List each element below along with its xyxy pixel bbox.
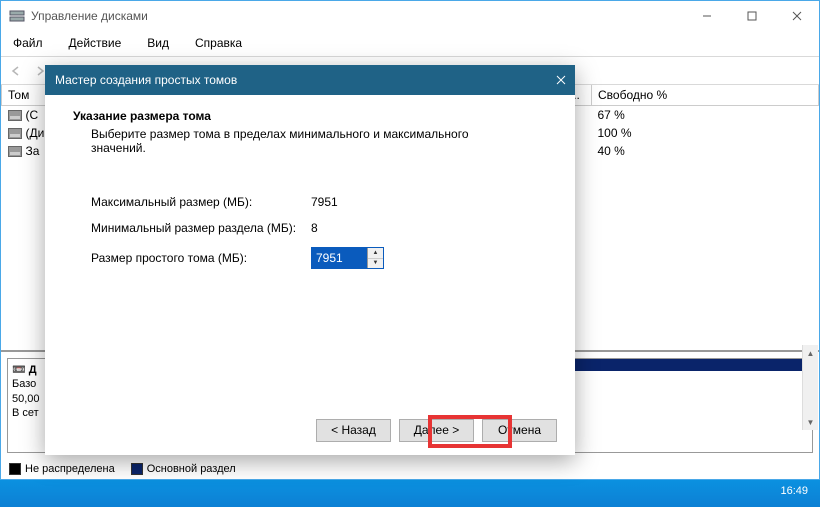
taskbar[interactable]: 16:49 bbox=[0, 480, 820, 507]
minimize-button[interactable] bbox=[684, 1, 729, 30]
maximize-button[interactable] bbox=[729, 1, 774, 30]
app-icon bbox=[9, 8, 25, 24]
back-icon bbox=[5, 60, 27, 82]
window-title: Управление дисками bbox=[31, 9, 148, 23]
titlebar[interactable]: Управление дисками bbox=[1, 1, 819, 30]
close-button[interactable] bbox=[774, 1, 819, 30]
max-size-label: Максимальный размер (МБ): bbox=[91, 195, 311, 209]
volume-size-input[interactable] bbox=[312, 248, 367, 268]
legend-swatch-primary bbox=[131, 463, 143, 475]
volume-icon bbox=[8, 110, 22, 121]
next-button[interactable]: Далее > bbox=[399, 419, 474, 442]
min-size-value: 8 bbox=[311, 221, 318, 235]
legend-swatch-unallocated bbox=[9, 463, 21, 475]
menu-file[interactable]: Файл bbox=[9, 34, 47, 52]
menu-action[interactable]: Действие bbox=[65, 34, 126, 52]
wizard-footer: < Назад Далее > Отмена bbox=[45, 405, 575, 455]
volume-size-label: Размер простого тома (МБ): bbox=[91, 251, 311, 265]
menu-help[interactable]: Справка bbox=[191, 34, 246, 52]
simple-volume-wizard: Мастер создания простых томов Указание р… bbox=[45, 65, 575, 455]
scrollbar-vertical[interactable]: ▲ ▼ bbox=[802, 345, 818, 430]
wizard-description: Выберите размер тома в пределах минималь… bbox=[91, 127, 491, 155]
wizard-close-button[interactable] bbox=[547, 65, 575, 95]
volume-icon bbox=[8, 128, 22, 139]
menubar: Файл Действие Вид Справка bbox=[1, 30, 819, 57]
wizard-body: Указание размера тома Выберите размер то… bbox=[45, 95, 575, 405]
wizard-heading: Указание размера тома bbox=[73, 109, 547, 123]
legend: Не распределена Основной раздел bbox=[1, 459, 819, 479]
menu-view[interactable]: Вид bbox=[143, 34, 173, 52]
col-free-pct[interactable]: Свободно % bbox=[592, 85, 819, 106]
min-size-label: Минимальный размер раздела (МБ): bbox=[91, 221, 311, 235]
cancel-button[interactable]: Отмена bbox=[482, 419, 557, 442]
wizard-titlebar[interactable]: Мастер создания простых томов bbox=[45, 65, 575, 95]
volume-icon bbox=[8, 146, 22, 157]
spin-down-button[interactable]: ▼ bbox=[368, 259, 383, 269]
wizard-title-text: Мастер создания простых томов bbox=[55, 73, 237, 87]
spin-up-button[interactable]: ▲ bbox=[368, 248, 383, 259]
taskbar-clock: 16:49 bbox=[780, 485, 808, 497]
max-size-value: 7951 bbox=[311, 195, 338, 209]
back-button[interactable]: < Назад bbox=[316, 419, 391, 442]
